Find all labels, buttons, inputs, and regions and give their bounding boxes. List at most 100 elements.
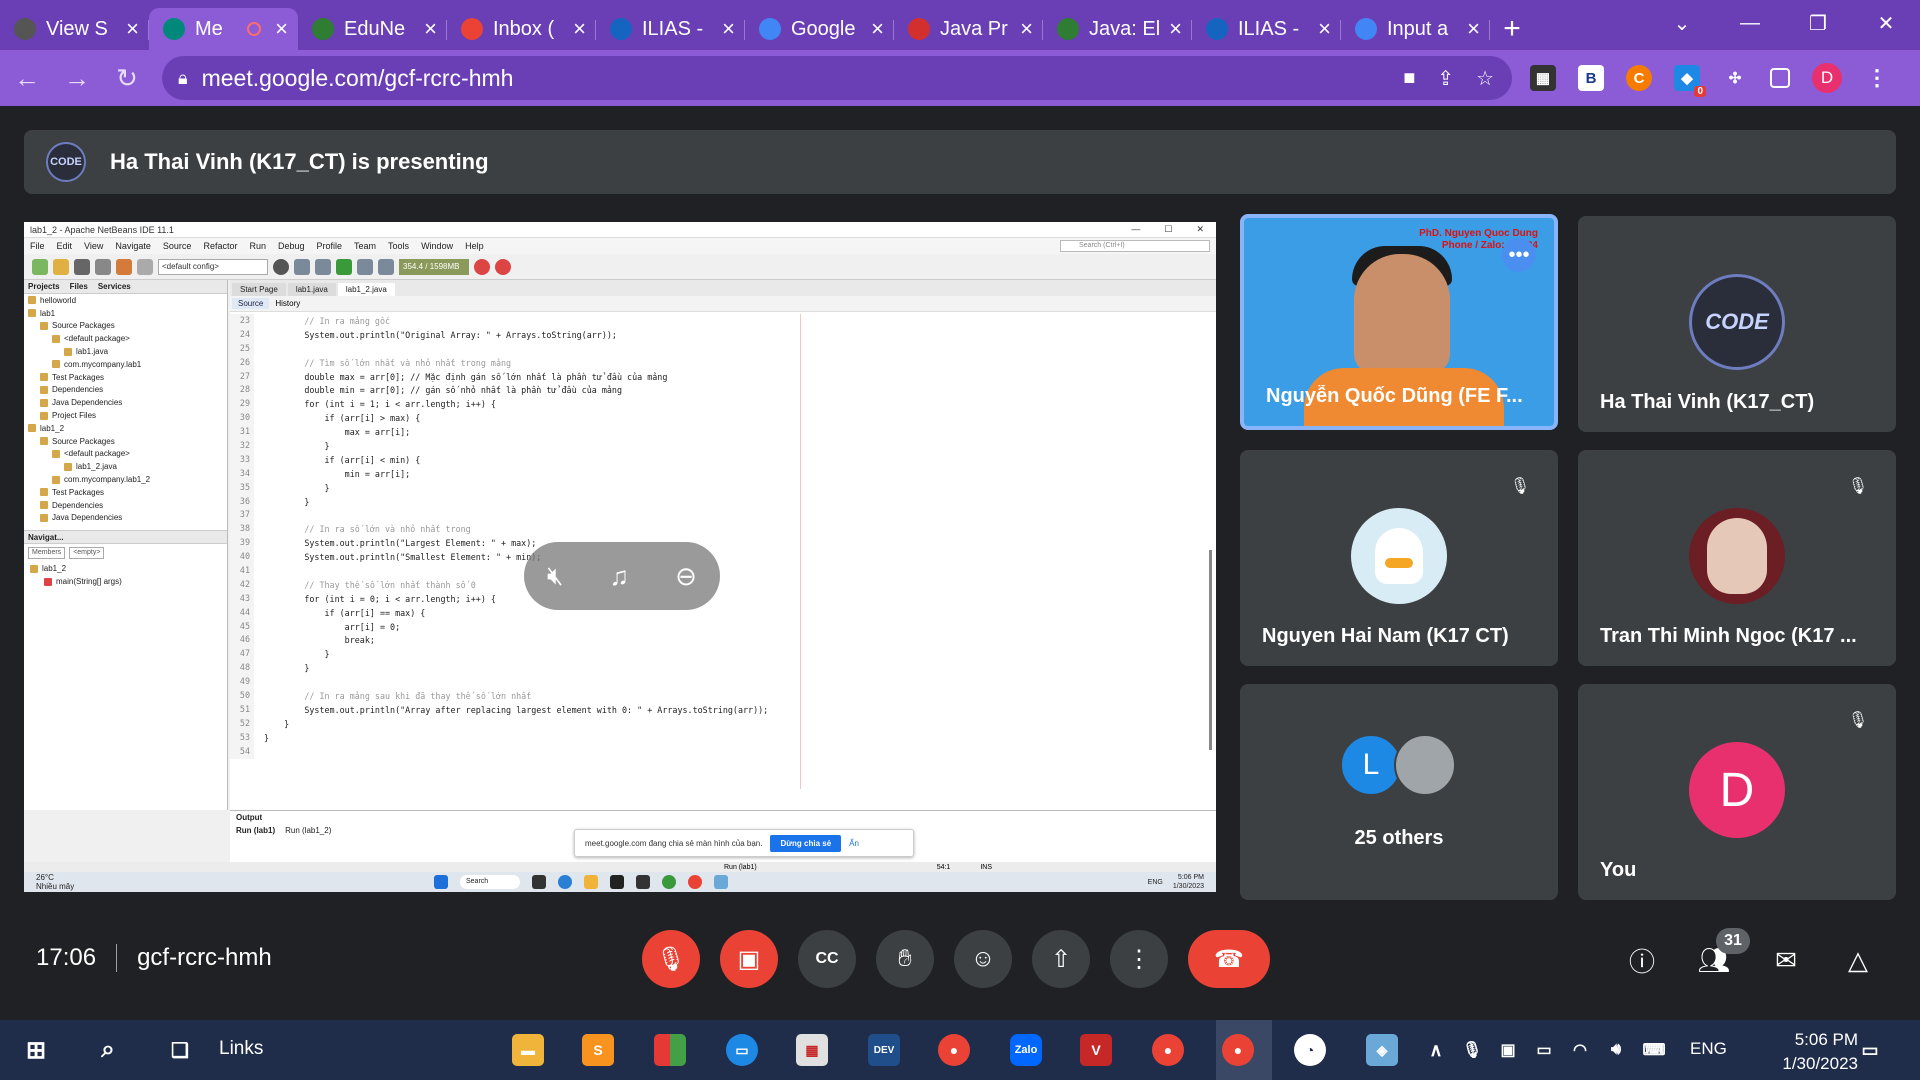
tray-chevron-icon[interactable]: ∧ [1420, 1034, 1452, 1066]
zalo-icon[interactable]: Zalo [1010, 1034, 1042, 1066]
tab-close-icon[interactable]: × [275, 16, 288, 42]
leave-call-button[interactable]: ☎ [1188, 930, 1270, 988]
browser-tab[interactable]: Me × [149, 8, 298, 50]
tab-close-icon[interactable]: × [126, 16, 139, 42]
browser-tab[interactable]: EduNe × [298, 8, 447, 50]
captions-button[interactable]: CC [798, 930, 856, 988]
notifications-icon[interactable]: ▭ [1854, 1034, 1886, 1066]
more-options-button[interactable]: ⋮ [1110, 930, 1168, 988]
memory-indicator: 354.4 / 1598MB [399, 258, 469, 275]
file-explorer-icon[interactable]: ▬ [512, 1034, 544, 1066]
devc-icon[interactable]: DEV [868, 1034, 900, 1066]
tab-close-icon[interactable]: × [1467, 16, 1480, 42]
tile-tran-thi-minh-ngoc[interactable]: 🎙︎ Tran Thi Minh Ngoc (K17 ... [1578, 450, 1896, 666]
language-indicator[interactable]: ENG [1690, 1039, 1727, 1059]
new-tab-button[interactable]: + [1490, 8, 1534, 50]
presenting-text: Ha Thai Vinh (K17_CT) is presenting [110, 149, 489, 174]
browser-tab[interactable]: Google × [745, 8, 894, 50]
windows-start-icon[interactable]: ⊞ [20, 1034, 52, 1066]
search-icon[interactable]: ⌕ [92, 1034, 124, 1066]
tree-node: Source Packages [24, 320, 227, 333]
present-button[interactable]: ⇧ [1032, 930, 1090, 988]
close-window-button[interactable]: ✕ [1852, 11, 1920, 36]
forward-button[interactable]: → [54, 55, 100, 101]
shared-windows-taskbar: 26°C Nhiều mây Search ENG 5:06 PM 1/30/2… [24, 872, 1216, 892]
browser-tab[interactable]: Input a × [1341, 8, 1490, 50]
chrome-profile-icon[interactable]: ● [1152, 1034, 1184, 1066]
drop-extension-icon[interactable]: ◆ 0 [1674, 65, 1706, 97]
browser-tab[interactable]: Inbox (× [447, 8, 596, 50]
line-number: 50 [230, 689, 254, 703]
chat-button[interactable]: ✉ [1766, 940, 1806, 980]
tab-close-icon[interactable]: × [871, 16, 884, 42]
tile-nguyen-hai-nam[interactable]: 🎙︎ Nguyen Hai Nam (K17 CT) [1240, 450, 1558, 666]
reload-button[interactable]: ↻ [104, 55, 150, 101]
tree-node-icon [28, 309, 36, 318]
camera-toggle-button[interactable]: ▣ [720, 930, 778, 988]
tab-favicon-icon [461, 18, 483, 40]
chrome-icon[interactable]: ● [938, 1034, 970, 1066]
keyboard-icon[interactable]: ⌨ [1638, 1034, 1670, 1066]
camera-indicator-icon[interactable]: ■ [1403, 67, 1415, 90]
raise-hand-button[interactable]: ✋︎ [876, 930, 934, 988]
browser-tab[interactable]: ILIAS - × [1192, 8, 1341, 50]
activities-button[interactable]: △ [1838, 940, 1878, 980]
back-button[interactable]: ← [4, 55, 50, 101]
c-extension-icon[interactable]: C [1626, 65, 1652, 91]
clock-app-icon[interactable]: ◔ [1294, 1034, 1326, 1066]
tab-close-icon[interactable]: × [1169, 16, 1182, 42]
puzzle-extensions-icon[interactable]: ✣ [1722, 65, 1748, 91]
remote-desktop-icon[interactable]: ▭ [726, 1034, 758, 1066]
battery-icon[interactable]: ▭ [1528, 1034, 1560, 1066]
restore-button[interactable]: ❐ [1784, 11, 1852, 36]
browser-menu-icon[interactable]: ⋮ [1864, 65, 1890, 91]
browser-tab[interactable]: Java: El × [1043, 8, 1192, 50]
line-number: 37 [230, 508, 254, 523]
info-icon: ⓘ [1628, 946, 1655, 977]
tray-mic-icon[interactable]: 🎙︎ [1456, 1034, 1488, 1066]
line-text: } [264, 718, 290, 729]
wifi-icon[interactable]: ◠ [1564, 1034, 1596, 1066]
reactions-button[interactable]: ☺ [954, 930, 1012, 988]
share-icon[interactable]: ⇪ [1437, 66, 1454, 91]
chrome-active-icon[interactable]: ● [1222, 1034, 1254, 1066]
minimize-button[interactable]: — [1716, 12, 1784, 35]
tile-you[interactable]: 🎙︎ D You [1578, 684, 1896, 900]
links-toolbar[interactable]: Links [219, 1038, 263, 1060]
more-options-icon[interactable]: ••• [1502, 238, 1536, 272]
extension-icon[interactable]: ▦ [1530, 65, 1556, 91]
address-bar[interactable]: 🔒︎ meet.google.com/gcf-rcrc-hmh ■ ⇪ ☆ [162, 56, 1512, 100]
tab-search-icon[interactable]: ⌄ [1648, 11, 1716, 36]
taskbar-clock[interactable]: 5:06 PM 1/30/2023 [1782, 1028, 1858, 1076]
browser-tab[interactable]: View S × [0, 8, 149, 50]
v-app-icon[interactable]: V [1080, 1034, 1112, 1066]
volume-icon[interactable]: 🔊︎ [1600, 1034, 1632, 1066]
nb-minimize-icon: — [1131, 224, 1141, 234]
tab-close-icon[interactable]: × [1020, 16, 1033, 42]
profile-avatar[interactable]: D [1812, 63, 1842, 93]
tile-others[interactable]: L 25 others [1240, 684, 1558, 900]
task-view-icon[interactable]: ❑ [164, 1034, 196, 1066]
mic-toggle-button[interactable]: 🎙︎ [642, 930, 700, 988]
tab-close-icon[interactable]: × [1318, 16, 1331, 42]
tile-speaker[interactable]: PhD. Nguyen Quoc Dung Phone / Zalo: 0 ..… [1240, 214, 1558, 430]
tab-close-icon[interactable]: × [722, 16, 735, 42]
shared-time: 5:06 PM [1177, 874, 1204, 881]
tree-node-label: Source Packages [52, 436, 115, 446]
meeting-code: gcf-rcrc-hmh [137, 944, 272, 971]
sublime-text-icon[interactable]: S [582, 1034, 614, 1066]
browser-tab[interactable]: Java Pr × [894, 8, 1043, 50]
tray-camera-icon[interactable]: ▣ [1492, 1034, 1524, 1066]
b-extension-icon[interactable]: B [1578, 65, 1604, 91]
office-icon[interactable] [654, 1034, 686, 1066]
app-grid-icon[interactable]: ▦ [796, 1034, 828, 1066]
browser-tab[interactable]: ILIAS - × [596, 8, 745, 50]
bookmark-star-icon[interactable]: ☆ [1476, 66, 1494, 91]
meeting-details-button[interactable]: ⓘ [1622, 940, 1662, 980]
tab-close-icon[interactable]: × [424, 16, 437, 42]
tab-close-icon[interactable]: × [573, 16, 586, 42]
line-number: 52 [230, 716, 254, 731]
tile-ha-thai-vinh[interactable]: CODE Ha Thai Vinh (K17_CT) [1578, 216, 1896, 432]
side-panel-icon[interactable] [1770, 68, 1790, 88]
netbeans-taskbar-icon[interactable]: ◈ [1366, 1034, 1398, 1066]
